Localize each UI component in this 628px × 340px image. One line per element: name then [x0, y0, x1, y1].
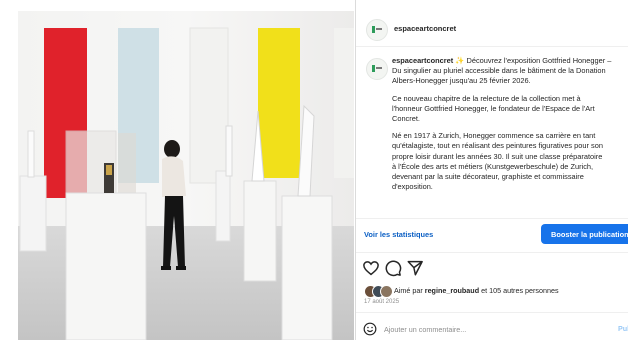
header-divider: [356, 46, 628, 47]
caption-text: espaceartconcret ✨ Découvrez l'expositio…: [392, 56, 628, 199]
account-avatar[interactable]: [366, 19, 388, 41]
insights-row: Voir les statistiques Booster la publica…: [356, 222, 628, 248]
caption-line: l'honneur Gottfried Honegger, le fondate…: [392, 103, 595, 113]
caption-divider: [356, 218, 628, 219]
post-details-panel: espaceartconcret espaceartconcret ✨ Déco…: [356, 0, 628, 340]
post-date: 17 août 2025: [364, 299, 400, 305]
caption-line: Découvrez l'exposition Gottfried Honegge…: [464, 56, 612, 65]
post-header: espaceartconcret: [356, 10, 628, 46]
share-icon[interactable]: [406, 259, 424, 277]
view-insights-link[interactable]: Voir les statistiques: [364, 230, 433, 239]
caption-line: qu'étalagiste, tout en réalisant des pei…: [392, 141, 603, 151]
liker-username[interactable]: regine_roubaud: [425, 286, 479, 295]
caption-line: propre loisir durant les années 30. Il s…: [392, 151, 603, 161]
insights-divider: [356, 252, 628, 253]
foreground-pedestal: [65, 192, 147, 340]
publish-comment-button[interactable]: Publier: [618, 324, 628, 333]
gallery-photo-illustration: [18, 11, 354, 340]
caption-line: Né en 1917 à Zurich, Honegger commence s…: [392, 131, 596, 141]
caption-line: devenant par la suite décorateur, graphi…: [392, 172, 584, 182]
logo-mark: [372, 26, 382, 33]
caption-line: Albers-Honegger jusqu'au 25 février 2026…: [392, 76, 531, 86]
liker-avatar[interactable]: [380, 285, 393, 298]
caption-line: d'exposition.: [392, 182, 433, 192]
likes-prefix: Aimé par: [394, 286, 425, 295]
comment-input[interactable]: [384, 322, 594, 336]
comment-icon[interactable]: [384, 259, 402, 277]
yellow-painting: [258, 28, 300, 178]
post-photo[interactable]: [18, 11, 354, 340]
boost-post-button[interactable]: Booster la publication: [541, 224, 628, 244]
account-handle[interactable]: espaceartconcret: [394, 24, 456, 33]
caption-handle[interactable]: espaceartconcret: [392, 56, 453, 65]
likes-row: Aimé par regine_roubaud et 105 autres pe…: [364, 284, 628, 298]
comment-bar: Publier: [356, 318, 628, 340]
caption-line: Concret.: [392, 114, 420, 124]
emoji-icon[interactable]: [363, 322, 377, 336]
white-painting: [189, 27, 229, 184]
caption-line: Ce nouveau chapitre de la relecture de l…: [392, 93, 581, 103]
caption-line: Du singulier au pluriel accessible dans …: [392, 66, 606, 76]
caption-avatar[interactable]: [366, 58, 388, 80]
caption-line: à l'École des arts et métiers (Kunstgewe…: [392, 161, 594, 171]
likes-summary[interactable]: Aimé par regine_roubaud et 105 autres pe…: [394, 286, 559, 295]
logo-mark: [372, 65, 382, 72]
comment-divider: [356, 312, 628, 313]
heart-icon[interactable]: [362, 259, 380, 277]
likes-suffix: et 105 autres personnes: [479, 286, 559, 295]
